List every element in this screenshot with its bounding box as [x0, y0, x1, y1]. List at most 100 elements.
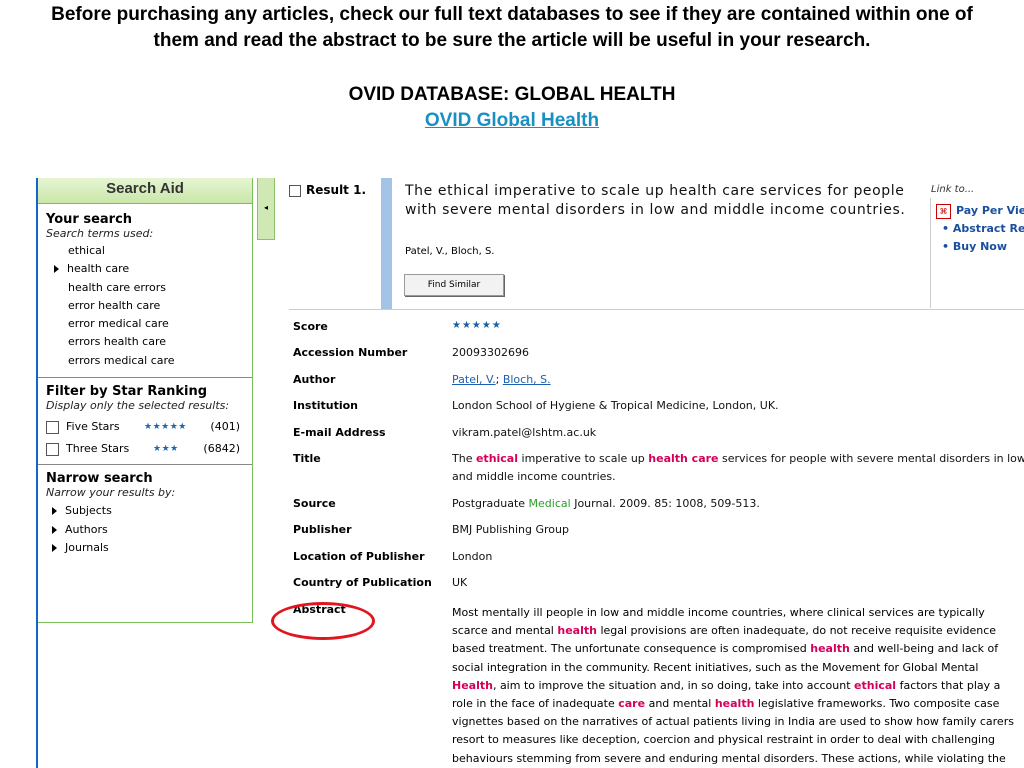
chevron-right-icon — [52, 507, 57, 516]
link-to-label: Link to... — [931, 184, 975, 195]
score-label: Score — [293, 320, 328, 333]
search-term-label: error health care — [68, 298, 161, 312]
result-label[interactable]: Result 1. — [289, 183, 366, 197]
search-term-label: health care errors — [68, 280, 167, 294]
search-term[interactable]: errors health care — [38, 333, 252, 351]
abstract-reference-link[interactable]: • Abstract Re — [942, 222, 1024, 235]
three-stars-label: Three Stars — [66, 442, 130, 456]
filter-subtitle: Display only the selected results: — [46, 399, 230, 413]
filter-heading: Filter by Star Ranking — [46, 384, 208, 400]
email-label: E-mail Address — [293, 426, 386, 439]
country-value: UK — [452, 576, 468, 589]
narrow-authors-label: Authors — [65, 522, 108, 536]
search-term[interactable]: ethical — [38, 242, 252, 260]
three-stars-checkbox[interactable] — [46, 442, 59, 456]
abstract-line: Health, aim to improve the situation and… — [452, 678, 1001, 692]
five-stars-icon: ★★★★★ — [144, 422, 187, 433]
ovid-screenshot: Search Aid Your search Search terms used… — [0, 178, 1024, 768]
search-term[interactable]: health care — [38, 260, 252, 278]
search-term-label: errors medical care — [68, 353, 175, 367]
publisher-label: Publisher — [293, 523, 352, 536]
search-term-label: errors health care — [68, 335, 167, 349]
abstract-reference-label: Abstract Re — [952, 222, 1024, 235]
pdf-icon: ⌘ — [936, 204, 951, 219]
location-value: London — [452, 550, 493, 563]
chevron-right-icon — [52, 525, 57, 534]
abstract-text: Most mentally ill people in low and midd… — [452, 604, 1024, 768]
search-term[interactable]: errors medical care — [38, 352, 252, 370]
institution-value: London School of Hygiene & Tropical Medi… — [452, 399, 779, 412]
abstract-line: based treatment. The unfortunate consequ… — [452, 642, 999, 656]
result-number: Result 1. — [306, 183, 366, 197]
abstract-line: vignettes based on the narratives of act… — [452, 715, 1014, 729]
pay-per-view-link[interactable]: Pay Per View — [956, 204, 1024, 217]
narrow-journals-label: Journals — [65, 541, 109, 555]
location-label: Location of Publisher — [293, 550, 425, 563]
slide-header: Before purchasing any articles, check ou… — [0, 0, 1024, 134]
abstract-line: scarce and mental health legal provision… — [452, 624, 997, 638]
chevron-right-icon — [54, 265, 59, 274]
accession-label: Accession Number — [293, 346, 408, 359]
title-value: The ethical imperative to scale up healt… — [452, 452, 1024, 483]
search-aid-panel: Search Aid Your search Search terms used… — [38, 178, 253, 623]
buy-now-link[interactable]: • Buy Now — [942, 240, 1007, 253]
divider — [289, 309, 1024, 310]
abstract-line: role in the face of inadequate care and … — [452, 697, 1000, 711]
filter-five-stars[interactable]: Five Stars ★★★★★ (401) — [38, 416, 252, 438]
score-stars-icon: ★★★★★ — [452, 320, 502, 331]
arrow-left-icon: ◂ — [263, 203, 268, 212]
institution-label: Institution — [293, 399, 359, 412]
accession-value: 20093302696 — [452, 346, 529, 359]
search-term[interactable]: error medical care — [38, 315, 252, 333]
chevron-right-icon — [52, 544, 57, 553]
result-highlight-bar — [381, 178, 392, 309]
ovid-global-health-link[interactable]: OVID Global Health — [425, 110, 599, 131]
your-search-heading: Your search — [46, 212, 133, 227]
narrow-journals[interactable]: Journals — [38, 539, 252, 558]
intro-text: Before purchasing any articles, check ou… — [51, 4, 973, 51]
three-stars-count: (6842) — [203, 442, 240, 456]
three-stars-icon: ★★★ — [153, 444, 179, 455]
result-authors: Patel, V., Bloch, S. — [405, 246, 495, 257]
search-term-label: error medical care — [68, 317, 169, 331]
collapse-panel-button[interactable]: ◂ — [257, 178, 275, 240]
five-stars-label: Five Stars — [66, 420, 120, 434]
find-similar-button[interactable]: Find Similar — [404, 274, 504, 296]
author-value: Patel, V.; Bloch, S. — [452, 373, 551, 386]
abstract-line: Most mentally ill people in low and midd… — [452, 606, 985, 619]
abstract-highlight-circle — [271, 602, 375, 640]
database-title: OVID DATABASE: GLOBAL HEALTH — [348, 84, 676, 105]
narrow-subtitle: Narrow your results by: — [46, 486, 176, 500]
search-term[interactable]: error health care — [38, 297, 252, 315]
result-checkbox[interactable] — [289, 184, 301, 197]
author-label: Author — [293, 373, 336, 386]
source-value: Postgraduate Medical Journal. 2009. 85: … — [452, 497, 760, 510]
abstract-line: resort to measures like deception, coerc… — [452, 733, 996, 747]
country-label: Country of Publication — [293, 576, 432, 589]
terms-used-label: Search terms used: — [46, 227, 154, 240]
narrow-heading: Narrow search — [46, 471, 153, 487]
search-aid-title: Search Aid — [38, 178, 252, 204]
five-stars-count: (401) — [210, 420, 240, 434]
title-label: Title — [293, 452, 321, 465]
search-terms-list: ethical health care health care errors erro… — [38, 242, 252, 370]
article-title[interactable]: The ethical imperative to scale up healt… — [405, 182, 925, 220]
search-term-label: health care — [67, 262, 130, 276]
narrow-authors[interactable]: Authors — [38, 521, 252, 540]
publisher-value: BMJ Publishing Group — [452, 523, 569, 536]
divider — [38, 464, 252, 466]
author-link[interactable]: Bloch, S. — [503, 373, 551, 386]
email-value: vikram.patel@lshtm.ac.uk — [452, 426, 597, 439]
source-label: Source — [293, 497, 336, 510]
author-link[interactable]: Patel, V. — [452, 373, 496, 386]
abstract-line: social integration in the community. Rec… — [452, 660, 979, 674]
abstract-line: behaviours stemming from severe and endu… — [452, 751, 1006, 765]
narrow-subjects[interactable]: Subjects — [38, 502, 252, 521]
narrow-subjects-label: Subjects — [65, 504, 112, 518]
filter-three-stars[interactable]: Three Stars ★★★ (6842) — [38, 438, 252, 460]
buy-now-label: Buy Now — [952, 240, 1008, 253]
search-term[interactable]: health care errors — [38, 279, 252, 297]
five-stars-checkbox[interactable] — [46, 420, 59, 434]
search-term-label: ethical — [68, 244, 105, 257]
divider — [38, 377, 252, 379]
